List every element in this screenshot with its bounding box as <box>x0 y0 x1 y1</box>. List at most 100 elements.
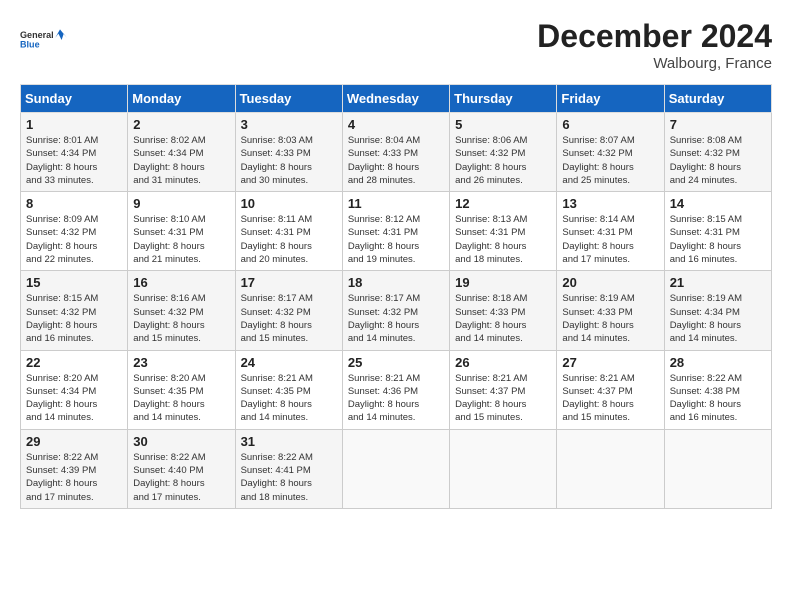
month-title: December 2024 <box>537 18 772 55</box>
day-22: 22 Sunrise: 8:20 AMSunset: 4:34 PMDayligh… <box>21 350 128 429</box>
day-3: 3 Sunrise: 8:03 AMSunset: 4:33 PMDaylight… <box>235 113 342 192</box>
day-6: 6 Sunrise: 8:07 AMSunset: 4:32 PMDaylight… <box>557 113 664 192</box>
empty-cell <box>557 429 664 508</box>
title-area: December 2024 Walbourg, France <box>537 18 772 72</box>
day-number: 22 <box>26 355 123 370</box>
location-title: Walbourg, France <box>537 55 772 72</box>
day-info: Sunrise: 8:10 AMSunset: 4:31 PMDaylight:… <box>133 213 230 266</box>
day-number: 13 <box>562 196 659 211</box>
day-15: 15 Sunrise: 8:15 AMSunset: 4:32 PMDayligh… <box>21 271 128 350</box>
col-wednesday: Wednesday <box>342 85 449 113</box>
day-info: Sunrise: 8:15 AMSunset: 4:31 PMDaylight:… <box>670 213 767 266</box>
day-19: 19 Sunrise: 8:18 AMSunset: 4:33 PMDayligh… <box>450 271 557 350</box>
svg-text:Blue: Blue <box>20 39 40 49</box>
day-4: 4Sunrise: 8:04 AMSunset: 4:33 PMDaylight… <box>342 113 449 192</box>
day-number: 8 <box>26 196 123 211</box>
page: General Blue December 2024 Walbourg, Fra… <box>0 0 792 519</box>
logo-svg: General Blue <box>20 18 68 62</box>
empty-cell <box>450 429 557 508</box>
day-23: 23Sunrise: 8:20 AMSunset: 4:35 PMDayligh… <box>128 350 235 429</box>
day-number: 17 <box>241 275 338 290</box>
day-number: 23 <box>133 355 230 370</box>
day-number: 18 <box>348 275 445 290</box>
day-info: Sunrise: 8:17 AMSunset: 4:32 PMDaylight:… <box>241 292 338 345</box>
day-31: 31 Sunrise: 8:22 AMSunset: 4:41 PMDayligh… <box>235 429 342 508</box>
day-30: 30 Sunrise: 8:22 AMSunset: 4:40 PMDayligh… <box>128 429 235 508</box>
col-tuesday: Tuesday <box>235 85 342 113</box>
day-12: 12 Sunrise: 8:13 AMSunset: 4:31 PMDayligh… <box>450 192 557 271</box>
day-number: 2 <box>133 117 230 132</box>
col-friday: Friday <box>557 85 664 113</box>
day-number: 20 <box>562 275 659 290</box>
day-14: 14 Sunrise: 8:15 AMSunset: 4:31 PMDayligh… <box>664 192 771 271</box>
day-info: Sunrise: 8:14 AMSunset: 4:31 PMDaylight:… <box>562 213 659 266</box>
empty-cell <box>342 429 449 508</box>
day-info: Sunrise: 8:18 AMSunset: 4:33 PMDaylight:… <box>455 292 552 345</box>
day-24: 24 Sunrise: 8:21 AMSunset: 4:35 PMDayligh… <box>235 350 342 429</box>
day-info: Sunrise: 8:22 AMSunset: 4:38 PMDaylight:… <box>670 372 767 425</box>
day-info: Sunrise: 8:22 AMSunset: 4:40 PMDaylight:… <box>133 451 230 504</box>
col-saturday: Saturday <box>664 85 771 113</box>
day-number: 26 <box>455 355 552 370</box>
day-info: Sunrise: 8:21 AMSunset: 4:37 PMDaylight:… <box>562 372 659 425</box>
day-number: 14 <box>670 196 767 211</box>
day-info: Sunrise: 8:06 AMSunset: 4:32 PMDaylight:… <box>455 134 552 187</box>
day-info: Sunrise: 8:12 AMSunset: 4:31 PMDaylight:… <box>348 213 445 266</box>
day-number: 16 <box>133 275 230 290</box>
day-1: 1 Sunrise: 8:01 AMSunset: 4:34 PMDaylight… <box>21 113 128 192</box>
day-number: 12 <box>455 196 552 211</box>
day-info: Sunrise: 8:13 AMSunset: 4:31 PMDaylight:… <box>455 213 552 266</box>
day-info: Sunrise: 8:01 AMSunset: 4:34 PMDaylight:… <box>26 134 123 187</box>
day-number: 27 <box>562 355 659 370</box>
day-number: 7 <box>670 117 767 132</box>
col-thursday: Thursday <box>450 85 557 113</box>
day-info: Sunrise: 8:22 AMSunset: 4:41 PMDaylight:… <box>241 451 338 504</box>
day-info: Sunrise: 8:19 AMSunset: 4:33 PMDaylight:… <box>562 292 659 345</box>
day-number: 1 <box>26 117 123 132</box>
day-16: 16Sunrise: 8:16 AMSunset: 4:32 PMDayligh… <box>128 271 235 350</box>
day-2: 2 Sunrise: 8:02 AMSunset: 4:34 PMDaylight… <box>128 113 235 192</box>
day-11: 11 Sunrise: 8:12 AMSunset: 4:31 PMDayligh… <box>342 192 449 271</box>
day-info: Sunrise: 8:03 AMSunset: 4:33 PMDaylight:… <box>241 134 338 187</box>
day-number: 24 <box>241 355 338 370</box>
day-5: 5Sunrise: 8:06 AMSunset: 4:32 PMDaylight… <box>450 113 557 192</box>
day-9: 9 Sunrise: 8:10 AMSunset: 4:31 PMDaylight… <box>128 192 235 271</box>
day-info: Sunrise: 8:21 AMSunset: 4:35 PMDaylight:… <box>241 372 338 425</box>
day-info: Sunrise: 8:04 AMSunset: 4:33 PMDaylight:… <box>348 134 445 187</box>
day-info: Sunrise: 8:07 AMSunset: 4:32 PMDaylight:… <box>562 134 659 187</box>
empty-cell <box>664 429 771 508</box>
day-info: Sunrise: 8:08 AMSunset: 4:32 PMDaylight:… <box>670 134 767 187</box>
day-info: Sunrise: 8:21 AMSunset: 4:36 PMDaylight:… <box>348 372 445 425</box>
day-info: Sunrise: 8:09 AMSunset: 4:32 PMDaylight:… <box>26 213 123 266</box>
day-info: Sunrise: 8:15 AMSunset: 4:32 PMDaylight:… <box>26 292 123 345</box>
logo: General Blue <box>20 18 68 62</box>
day-info: Sunrise: 8:22 AMSunset: 4:39 PMDaylight:… <box>26 451 123 504</box>
day-number: 28 <box>670 355 767 370</box>
day-number: 15 <box>26 275 123 290</box>
day-number: 21 <box>670 275 767 290</box>
day-29: 29Sunrise: 8:22 AMSunset: 4:39 PMDayligh… <box>21 429 128 508</box>
day-number: 10 <box>241 196 338 211</box>
day-info: Sunrise: 8:11 AMSunset: 4:31 PMDaylight:… <box>241 213 338 266</box>
day-number: 6 <box>562 117 659 132</box>
calendar-table: Sunday Monday Tuesday Wednesday Thursday… <box>20 84 772 509</box>
day-21: 21 Sunrise: 8:19 AMSunset: 4:34 PMDayligh… <box>664 271 771 350</box>
header-row: Sunday Monday Tuesday Wednesday Thursday… <box>21 85 772 113</box>
day-18: 18Sunrise: 8:17 AMSunset: 4:32 PMDayligh… <box>342 271 449 350</box>
day-number: 11 <box>348 196 445 211</box>
day-info: Sunrise: 8:20 AMSunset: 4:34 PMDaylight:… <box>26 372 123 425</box>
day-10: 10 Sunrise: 8:11 AMSunset: 4:31 PMDayligh… <box>235 192 342 271</box>
day-number: 9 <box>133 196 230 211</box>
day-20: 20 Sunrise: 8:19 AMSunset: 4:33 PMDayligh… <box>557 271 664 350</box>
day-17: 17 Sunrise: 8:17 AMSunset: 4:32 PMDayligh… <box>235 271 342 350</box>
day-13: 13 Sunrise: 8:14 AMSunset: 4:31 PMDayligh… <box>557 192 664 271</box>
day-number: 19 <box>455 275 552 290</box>
day-8: 8 Sunrise: 8:09 AMSunset: 4:32 PMDaylight… <box>21 192 128 271</box>
day-26: 26Sunrise: 8:21 AMSunset: 4:37 PMDayligh… <box>450 350 557 429</box>
day-number: 3 <box>241 117 338 132</box>
day-27: 27 Sunrise: 8:21 AMSunset: 4:37 PMDayligh… <box>557 350 664 429</box>
day-number: 30 <box>133 434 230 449</box>
day-number: 31 <box>241 434 338 449</box>
day-info: Sunrise: 8:19 AMSunset: 4:34 PMDaylight:… <box>670 292 767 345</box>
day-info: Sunrise: 8:02 AMSunset: 4:34 PMDaylight:… <box>133 134 230 187</box>
